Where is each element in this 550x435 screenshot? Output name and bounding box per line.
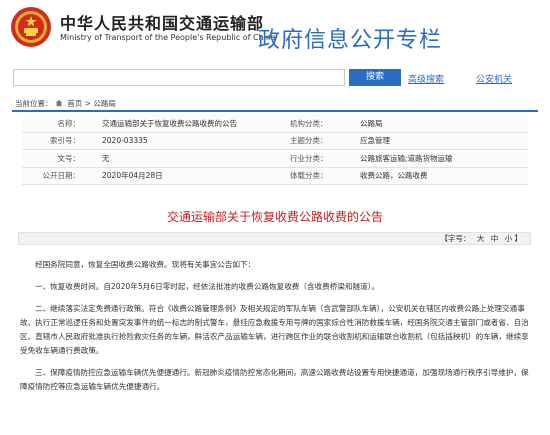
meta-key: 索引号： xyxy=(22,132,91,150)
body-paragraph: 一、恢复收费时间。自2020年5月6日零时起，经依法批准的收费公路恢复收费（含收… xyxy=(35,282,380,291)
meta-key: 名称： xyxy=(22,115,91,133)
site-header: 中华人民共和国交通运输部 Ministry of Transport of th… xyxy=(0,0,550,58)
document-body: 经国务院同意，恢复全国收费公路收费。现将有关事宜公告如下： 一、恢复收费时间。自… xyxy=(20,258,532,394)
table-row: 索引号： 2020-03335 主题分类： 应急管理 xyxy=(22,132,528,150)
public-security-link[interactable]: 公安机关 xyxy=(476,72,512,85)
body-paragraph: 经国务院同意，恢复全国收费公路收费。现将有关事宜公告如下： xyxy=(35,260,256,269)
search-button[interactable]: 搜索 xyxy=(349,69,401,86)
table-row: 名称： 交通运输部关于恢复收费公路收费的公告 机构分类： 公路局 xyxy=(22,115,528,133)
meta-value: 应急管理 xyxy=(360,132,528,150)
font-size-large[interactable]: 大 xyxy=(477,234,485,243)
home-icon xyxy=(55,99,63,107)
table-row: 文号： 无 行业分类： 公路旅客运输;道路货物运输 xyxy=(22,149,528,168)
meta-value: 无 xyxy=(91,149,280,168)
meta-value: 2020-03335 xyxy=(91,132,280,150)
body-paragraph: 三、保障疫情防控应急运输车辆优先便捷通行。新冠肺炎疫情防控常态化期间，高速公路收… xyxy=(20,368,529,391)
national-emblem-icon xyxy=(11,7,51,47)
meta-value: 收费公路，公路收费 xyxy=(360,167,528,185)
breadcrumb: 当前位置： 首页 > 公路局 xyxy=(0,97,550,110)
document-meta-table: 名称： 交通运输部关于恢复收费公路收费的公告 机构分类： 公路局 索引号： 20… xyxy=(22,115,528,185)
column-title: 政府信息公开专栏 xyxy=(258,28,443,53)
header-divider xyxy=(12,110,538,112)
font-size-close: 】 xyxy=(514,234,523,243)
meta-value: 2020年04月28日 xyxy=(91,167,280,185)
meta-value: 公路旅客运输;道路货物运输 xyxy=(360,149,528,168)
body-paragraph: 二、继续落实法定免费通行政策。符合《收费公路管理条例》及相关规定的军队车辆（含武… xyxy=(20,304,529,355)
meta-key: 机构分类： xyxy=(280,115,360,133)
search-input[interactable] xyxy=(13,69,345,86)
breadcrumb-section-link[interactable]: 公路局 xyxy=(93,99,116,108)
font-size-bar: 【字号： 大 中 小 】 xyxy=(18,232,531,245)
meta-key: 公开日期： xyxy=(22,167,91,185)
advanced-search-link[interactable]: 高级搜索 xyxy=(408,72,444,85)
breadcrumb-prefix: 当前位置： xyxy=(15,99,53,108)
meta-key: 主题分类： xyxy=(280,132,360,150)
site-name-english: Ministry of Transport of the People's Re… xyxy=(60,33,276,42)
font-size-medium[interactable]: 中 xyxy=(491,234,499,243)
font-size-selector: 【字号： 大 中 小 】 xyxy=(440,233,522,244)
font-size-small[interactable]: 小 xyxy=(505,234,513,243)
breadcrumb-home-link[interactable]: 首页 xyxy=(67,99,82,108)
meta-key: 体载分类： xyxy=(280,167,360,185)
meta-value: 交通运输部关于恢复收费公路收费的公告 xyxy=(91,115,280,133)
meta-key: 行业分类： xyxy=(280,149,360,168)
meta-value: 公路局 xyxy=(360,115,528,133)
meta-key: 文号： xyxy=(22,149,91,168)
site-name-chinese: 中华人民共和国交通运输部 xyxy=(60,14,265,33)
document-title: 交通运输部关于恢复收费公路收费的公告 xyxy=(166,210,383,224)
table-row: 公开日期： 2020年04月28日 体载分类： 收费公路，公路收费 xyxy=(22,167,528,185)
font-size-label: 【字号： xyxy=(440,234,471,243)
